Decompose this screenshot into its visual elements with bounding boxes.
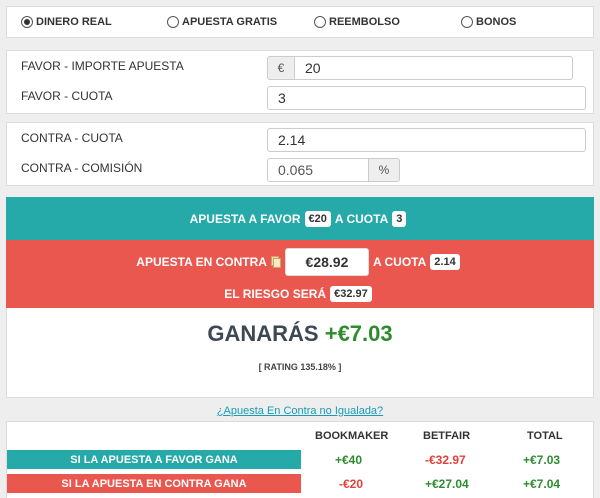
favor-band-prefix: APUESTA A FAVOR xyxy=(189,211,301,226)
radio-dinero-real[interactable]: DINERO REAL xyxy=(21,16,112,28)
favor-stake-odds: 3 xyxy=(392,210,407,227)
radio-reembolso[interactable]: REEMBOLSO xyxy=(314,16,400,28)
contra-stake-odds: 2.14 xyxy=(430,254,460,270)
favor-stake-band: APUESTA A FAVOR €20 A CUOTA 3 xyxy=(6,197,594,240)
favor-importe-input[interactable]: 20 xyxy=(294,56,573,80)
radio-unchecked-icon xyxy=(314,16,326,28)
copy-icon[interactable] xyxy=(270,256,281,268)
favor-band-mid: A CUOTA xyxy=(334,211,389,226)
contra-section: CONTRA - CUOTA 2.14 CONTRA - COMISIÓN 0.… xyxy=(6,122,594,186)
contra-stake-row: APUESTA EN CONTRA €28.92 A CUOTA 2.14 xyxy=(136,248,463,276)
row-contra-bookmaker: -€20 xyxy=(339,477,364,491)
profit-value: +€7.03 xyxy=(324,321,393,346)
header-bookmaker: BOOKMAKER xyxy=(315,430,389,442)
contra-cuota-input[interactable]: 2.14 xyxy=(267,128,586,152)
contra-cuota-value: 2.14 xyxy=(278,132,306,148)
row-favor-label: SI LA APUESTA A FAVOR GANA xyxy=(7,450,301,469)
favor-importe-label: FAVOR - IMPORTE APUESTA xyxy=(21,59,184,73)
radio-unchecked-icon xyxy=(461,16,473,28)
contra-comision-value: 0.065 xyxy=(278,162,314,178)
contra-comision-input[interactable]: 0.065 xyxy=(267,158,369,182)
contra-band-prefix: APUESTA EN CONTRA xyxy=(136,255,267,269)
header-total: TOTAL xyxy=(527,430,563,442)
row-contra-label: SI LA APUESTA EN CONTRA GANA xyxy=(7,474,301,493)
profit-label: GANARÁS xyxy=(207,321,319,346)
risk-label: EL RIESGO SERÁ xyxy=(224,287,327,301)
risk-row: EL RIESGO SERÁ €32.97 xyxy=(224,286,375,302)
favor-cuota-value: 3 xyxy=(278,90,286,106)
favor-stake-amount: €20 xyxy=(304,210,331,227)
row-favor-bookmaker: +€40 xyxy=(335,453,363,467)
contra-band-mid: A CUOTA xyxy=(372,255,427,269)
favor-importe-value: 20 xyxy=(305,60,321,76)
radio-label: REEMBOLSO xyxy=(329,16,400,28)
favor-cuota-label: FAVOR - CUOTA xyxy=(21,89,113,103)
radio-checked-icon xyxy=(21,16,33,28)
favor-cuota-input[interactable]: 3 xyxy=(267,86,586,110)
row-contra-total: +€7.04 xyxy=(523,477,561,491)
percent-addon: % xyxy=(368,158,400,182)
contra-comision-label: CONTRA - COMISIÓN xyxy=(21,161,143,175)
row-contra-betfair: +€27.04 xyxy=(425,477,469,491)
radio-unchecked-icon xyxy=(167,16,179,28)
radio-bonos[interactable]: BONOS xyxy=(461,16,516,28)
contra-stake-band: APUESTA EN CONTRA €28.92 A CUOTA 2.14 EL… xyxy=(6,240,594,308)
row-favor-betfair: -€32.97 xyxy=(425,453,466,467)
header-betfair: BETFAIR xyxy=(423,430,471,442)
radio-label: APUESTA GRATIS xyxy=(182,16,278,28)
unmatched-lay-link[interactable]: ¿Apuesta En Contra no Igualada? xyxy=(0,405,600,417)
risk-amount: €32.97 xyxy=(330,286,372,302)
row-favor-total: +€7.03 xyxy=(523,453,561,467)
bet-type-selector: DINERO REAL APUESTA GRATIS REEMBOLSO BON… xyxy=(6,6,594,38)
radio-label: BONOS xyxy=(476,16,517,28)
radio-apuesta-gratis[interactable]: APUESTA GRATIS xyxy=(167,16,277,28)
outcome-table: BOOKMAKER BETFAIR TOTAL SI LA APUESTA A … xyxy=(6,421,594,498)
rating-text: [ RATING 135.18% ] xyxy=(258,362,342,372)
currency-addon: € xyxy=(267,56,295,80)
favor-section: FAVOR - IMPORTE APUESTA € 20 FAVOR - CUO… xyxy=(6,50,594,114)
profit-headline: GANARÁS +€7.03 xyxy=(7,321,593,347)
radio-label: DINERO REAL xyxy=(36,16,112,28)
result-section: GANARÁS +€7.03 [ RATING 135.18% ] xyxy=(6,308,594,398)
contra-cuota-label: CONTRA - CUOTA xyxy=(21,131,123,145)
contra-stake-amount[interactable]: €28.92 xyxy=(284,248,369,276)
